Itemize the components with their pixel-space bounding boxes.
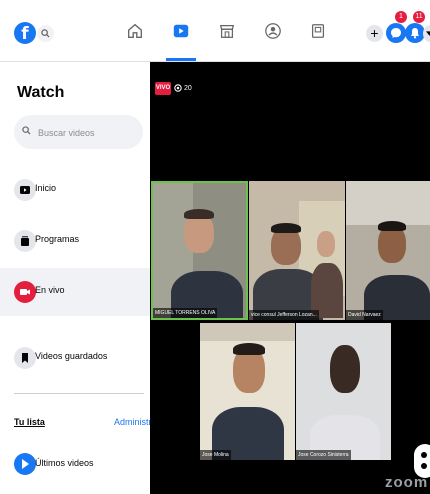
sidebar-item-label: Programas bbox=[35, 234, 80, 244]
eye-icon bbox=[174, 84, 182, 92]
messenger-button[interactable] bbox=[386, 23, 406, 43]
sidebar-divider bbox=[14, 393, 144, 394]
participant-hair bbox=[271, 223, 301, 233]
participant-tile[interactable]: Jose Corozo Sinisterra bbox=[296, 323, 391, 460]
viewer-count-value: 20 bbox=[184, 85, 192, 92]
participant-face bbox=[184, 213, 214, 253]
sidebar-item-label: Inicio bbox=[35, 183, 57, 193]
shows-icon bbox=[14, 230, 36, 252]
search-videos-box[interactable] bbox=[14, 115, 143, 149]
tv-icon bbox=[14, 179, 36, 201]
sidebar-item-label: En vivo bbox=[35, 285, 65, 295]
participant-face bbox=[317, 231, 335, 257]
participant-tile[interactable]: David Narvaez bbox=[346, 181, 430, 320]
live-video-player[interactable]: VIVO 20 MIGUEL TORRENS OLIVA vice consul… bbox=[150, 62, 430, 494]
bell-icon bbox=[411, 28, 419, 39]
home-icon[interactable] bbox=[126, 22, 146, 42]
top-navigation-bar: f + 1 11 bbox=[0, 0, 430, 62]
sidebar-item-label: Últimos videos bbox=[35, 458, 94, 468]
live-icon bbox=[14, 281, 36, 303]
watch-icon[interactable] bbox=[172, 22, 192, 42]
search-icon bbox=[41, 29, 50, 38]
participant-name: vice consul Jefferson Lozan... bbox=[249, 310, 319, 320]
chevron-down-icon bbox=[426, 31, 430, 36]
your-list-heading: Tu lista bbox=[14, 417, 45, 427]
messenger-icon bbox=[391, 28, 401, 38]
create-button[interactable]: + bbox=[366, 25, 383, 42]
messenger-badge: 1 bbox=[395, 11, 407, 23]
search-videos-input[interactable] bbox=[36, 123, 140, 143]
sidebar-item-en-vivo[interactable]: En vivo bbox=[0, 268, 150, 316]
groups-icon[interactable] bbox=[264, 22, 284, 42]
participant-tile[interactable]: vice consul Jefferson Lozan... bbox=[249, 181, 345, 320]
room-ceiling bbox=[200, 323, 295, 341]
marketplace-icon[interactable] bbox=[218, 22, 238, 42]
participant-hair bbox=[184, 209, 214, 219]
live-badge: VIVO bbox=[155, 82, 171, 95]
sidebar-item-videos-guardados[interactable]: Videos guardados bbox=[0, 334, 150, 382]
participant-hair bbox=[378, 221, 406, 231]
participant-name: Jose Corozo Sinisterra bbox=[296, 450, 351, 460]
gaming-icon[interactable] bbox=[309, 22, 329, 42]
sidebar-item-programas[interactable]: Programas bbox=[0, 217, 150, 265]
participant-name: Jose Molina bbox=[200, 450, 231, 460]
participant-tile[interactable]: Jose Molina bbox=[200, 323, 295, 460]
video-options-button[interactable] bbox=[414, 444, 430, 478]
play-icon bbox=[14, 453, 36, 475]
notifications-button[interactable] bbox=[405, 23, 425, 43]
notifications-badge: 11 bbox=[413, 11, 425, 23]
sidebar-item-label: Videos guardados bbox=[35, 351, 108, 361]
room-wall bbox=[346, 181, 430, 225]
options-dot-icon bbox=[421, 452, 427, 458]
viewer-count: 20 bbox=[174, 82, 192, 95]
facebook-logo[interactable]: f bbox=[14, 22, 36, 44]
zoom-watermark: zoom bbox=[385, 474, 429, 491]
saved-icon bbox=[14, 347, 36, 369]
account-menu-button[interactable] bbox=[423, 25, 430, 42]
logo-letter: f bbox=[21, 24, 29, 44]
watch-sidebar: Watch Inicio Programas En vivo Videos gu… bbox=[0, 62, 160, 494]
options-dot-icon bbox=[421, 463, 427, 469]
participant-name: David Narvaez bbox=[346, 310, 383, 320]
participant-hair bbox=[233, 343, 265, 355]
participant-face bbox=[330, 345, 360, 393]
sidebar-item-ultimos-videos[interactable]: Últimos videos bbox=[0, 448, 150, 480]
search-icon bbox=[22, 126, 31, 135]
participant-name: MIGUEL TORRENS OLIVA bbox=[153, 308, 218, 318]
active-tab-indicator bbox=[166, 58, 196, 61]
page-title: Watch bbox=[17, 84, 65, 101]
sidebar-item-inicio[interactable]: Inicio bbox=[0, 166, 150, 214]
search-button[interactable] bbox=[37, 25, 54, 42]
participant-tile[interactable]: MIGUEL TORRENS OLIVA bbox=[151, 181, 248, 320]
